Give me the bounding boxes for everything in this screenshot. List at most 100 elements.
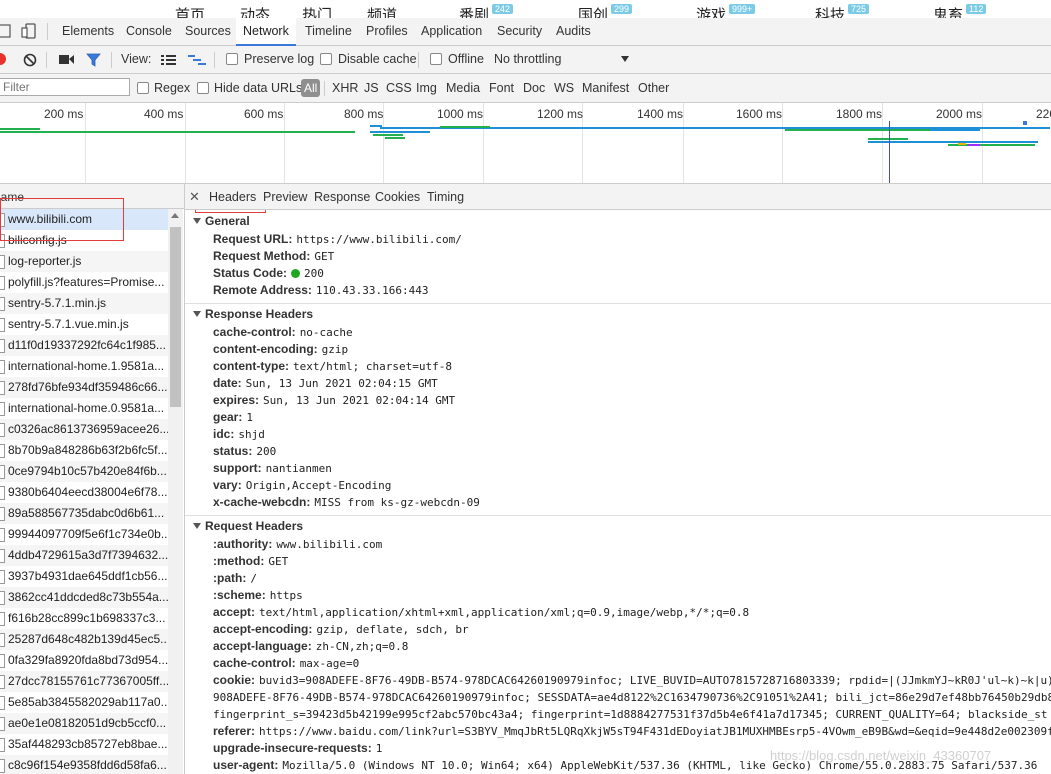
request-list-scrollbar[interactable] xyxy=(168,209,183,774)
page-nav-item[interactable]: 番剧 242 xyxy=(459,4,514,18)
regex-checkbox[interactable] xyxy=(137,82,149,94)
timeline-tick-label: 800 ms xyxy=(344,107,384,121)
offline-checkbox[interactable] xyxy=(430,53,442,65)
request-row[interactable]: international-home.0.9581a... xyxy=(0,398,168,419)
tab-profiles[interactable]: Profiles xyxy=(366,18,408,45)
filter-type-manifest[interactable]: Manifest xyxy=(582,74,629,102)
filter-type-img[interactable]: Img xyxy=(416,74,437,102)
preserve-log-checkbox[interactable] xyxy=(226,53,238,65)
record-icon[interactable] xyxy=(0,53,8,67)
filter-input[interactable] xyxy=(0,78,130,96)
header-row: idc: shjd xyxy=(213,427,265,441)
page-nav-item[interactable]: 频道 xyxy=(367,4,397,18)
request-row[interactable]: 27dcc78155761c77367005ff... xyxy=(0,671,168,692)
file-icon xyxy=(0,381,5,395)
timeline-bar xyxy=(370,131,430,133)
throttling-select[interactable]: No throttling xyxy=(494,46,561,73)
timeline-gridline xyxy=(982,103,983,183)
request-row[interactable]: sentry-5.7.1.vue.min.js xyxy=(0,314,168,335)
page-nav-item[interactable]: 热门 xyxy=(302,4,332,18)
request-row[interactable]: 3937b4931dae645ddf1cb56... xyxy=(0,566,168,587)
request-row[interactable]: c8c96f154e9358fdd6d58fa6... xyxy=(0,755,168,774)
filter-type-xhr[interactable]: XHR xyxy=(332,74,358,102)
video-camera-icon[interactable] xyxy=(59,54,75,66)
scroll-up-arrow-icon[interactable] xyxy=(171,213,179,218)
filter-type-css[interactable]: CSS xyxy=(386,74,412,102)
request-row[interactable]: sentry-5.7.1.min.js xyxy=(0,293,168,314)
header-row: Request URL: https://www.bilibili.com/ xyxy=(213,232,462,246)
filter-type-ws[interactable]: WS xyxy=(554,74,574,102)
general-section-toggle[interactable]: General xyxy=(193,213,250,230)
timeline-bar xyxy=(980,144,1035,146)
request-row[interactable]: 5e85ab3845582029ab117a0... xyxy=(0,692,168,713)
device-toolbar-icon[interactable] xyxy=(21,23,37,40)
tab-application[interactable]: Application xyxy=(421,18,482,45)
offline-label: Offline xyxy=(448,52,484,66)
hide-data-urls-checkbox[interactable] xyxy=(197,82,209,94)
timeline-tick-label: 400 ms xyxy=(144,107,184,121)
page-nav-item[interactable]: 首页 xyxy=(175,4,205,18)
page-nav-item[interactable]: 国创 299 xyxy=(578,4,633,18)
file-icon xyxy=(0,465,5,479)
response-headers-section-toggle[interactable]: Response Headers xyxy=(193,306,313,323)
tab-elements[interactable]: Elements xyxy=(62,18,114,45)
tab-headers[interactable]: Headers xyxy=(209,184,256,211)
network-overview-timeline[interactable]: 200 ms 400 ms 600 ms 800 ms 1000 ms 1200… xyxy=(0,103,1051,184)
scrollbar-thumb[interactable] xyxy=(170,227,181,407)
tab-audits[interactable]: Audits xyxy=(556,18,591,45)
timeline-tick-label: 200 ms xyxy=(44,107,84,121)
header-row: content-encoding: gzip xyxy=(213,342,349,356)
request-row[interactable]: 99944097709f5e6f1c734e0b... xyxy=(0,524,168,545)
file-icon xyxy=(0,696,5,710)
page-nav-item[interactable]: 动态 xyxy=(240,4,270,18)
filter-type-font[interactable]: Font xyxy=(489,74,514,102)
filter-icon[interactable] xyxy=(86,53,101,67)
close-icon[interactable]: ✕ xyxy=(189,184,200,210)
filter-type-doc[interactable]: Doc xyxy=(523,74,545,102)
timeline-tick-label: 2000 ms xyxy=(936,107,983,121)
page-nav-item[interactable]: 游戏 999+ xyxy=(696,4,756,18)
timeline-gridline xyxy=(85,103,86,183)
request-row[interactable]: d11f0d19337292fc64c1f985... xyxy=(0,335,168,356)
file-icon xyxy=(0,738,5,752)
request-row[interactable]: 9380b6404eecd38004e6f78... xyxy=(0,482,168,503)
filter-type-media[interactable]: Media xyxy=(446,74,480,102)
request-row[interactable]: 3862cc41ddcded8c73b554a... xyxy=(0,587,168,608)
large-rows-icon[interactable] xyxy=(161,54,176,66)
toolbar-divider xyxy=(111,52,112,68)
request-row[interactable]: 0fa329fa8920fda8bd73d954... xyxy=(0,650,168,671)
request-row[interactable]: log-reporter.js xyxy=(0,251,168,272)
chevron-down-icon[interactable] xyxy=(621,56,629,62)
tab-console[interactable]: Console xyxy=(126,18,172,45)
request-row[interactable]: 0ce9794b10c57b420e84f6b... xyxy=(0,461,168,482)
disable-cache-checkbox[interactable] xyxy=(320,53,332,65)
request-row[interactable]: 278fd76bfe934df359486c66... xyxy=(0,377,168,398)
clear-icon[interactable] xyxy=(23,53,37,67)
filter-type-js[interactable]: JS xyxy=(364,74,379,102)
filter-type-all[interactable]: All xyxy=(301,79,321,97)
request-row[interactable]: polyfill.js?features=Promise... xyxy=(0,272,168,293)
tab-preview[interactable]: Preview xyxy=(263,184,307,211)
tab-timeline[interactable]: Timeline xyxy=(305,18,352,45)
request-row[interactable]: 8b70b9a848286b63f2b6fc5f... xyxy=(0,440,168,461)
request-row[interactable]: international-home.1.9581a... xyxy=(0,356,168,377)
page-nav-item[interactable]: 科技 725 xyxy=(815,4,870,18)
request-row[interactable]: f616b28cc899c1b698337c3... xyxy=(0,608,168,629)
request-row[interactable]: c0326ac8613736959acee26... xyxy=(0,419,168,440)
filter-type-other[interactable]: Other xyxy=(638,74,669,102)
tab-network[interactable]: Network xyxy=(236,18,296,46)
inspect-element-icon[interactable] xyxy=(0,24,14,39)
request-row[interactable]: 89a588567735dabc0d6b61... xyxy=(0,503,168,524)
request-row[interactable]: 35af448293cb85727eb8bae... xyxy=(0,734,168,755)
waterfall-view-icon[interactable] xyxy=(188,54,206,66)
tab-cookies[interactable]: Cookies xyxy=(375,184,420,211)
page-nav-item[interactable]: 鬼畜 112 xyxy=(933,4,987,18)
tab-response[interactable]: Response xyxy=(314,184,370,211)
request-headers-section-toggle[interactable]: Request Headers xyxy=(193,518,303,535)
tab-timing[interactable]: Timing xyxy=(427,184,464,211)
request-row[interactable]: ae0e1e08182051d9cb5ccf0... xyxy=(0,713,168,734)
request-row[interactable]: 25287d648c482b139d45ec5... xyxy=(0,629,168,650)
tab-security[interactable]: Security xyxy=(497,18,542,45)
tab-sources[interactable]: Sources xyxy=(185,18,231,45)
request-row[interactable]: 4ddb4729615a3d7f7394632... xyxy=(0,545,168,566)
